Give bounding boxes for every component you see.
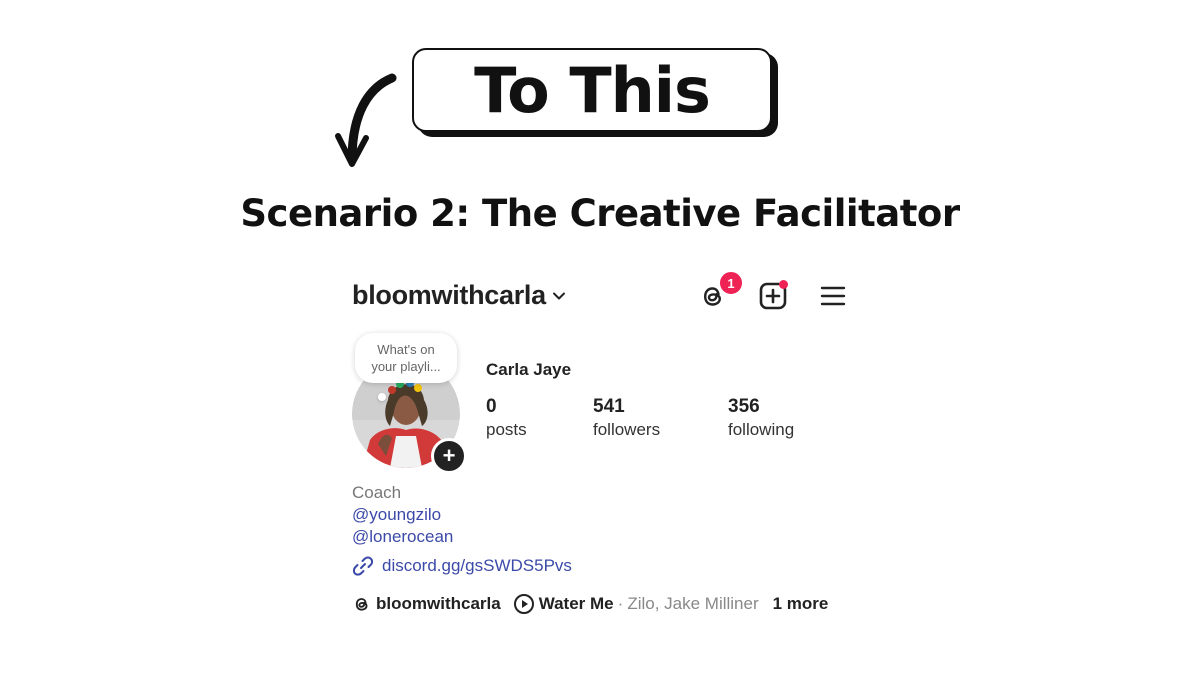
link-icon (352, 556, 374, 576)
bio-mention-lonerocean[interactable]: @lonerocean (352, 527, 453, 547)
note-bubble-tail (378, 393, 386, 401)
bio-category: Coach (352, 483, 402, 502)
music-separator: · (617, 594, 624, 613)
display-name: Carla Jaye (486, 360, 572, 379)
posts-count: 0 (486, 396, 497, 417)
more-button[interactable]: 1 more (773, 594, 829, 614)
posts-label: posts (486, 420, 527, 439)
to-this-banner: To This (412, 48, 772, 132)
threads-handle-link[interactable]: bloomwithcarla (376, 594, 501, 614)
username: bloomwithcarla (352, 280, 546, 310)
following-label: following (728, 420, 795, 439)
curved-arrow-icon (335, 73, 397, 167)
followers-stat[interactable]: 541 followers (593, 396, 660, 440)
play-icon (513, 594, 534, 614)
music-title: Water Me (538, 594, 614, 613)
profile-meta-row: bloomwithcarla Water Me · Zilo, Jake Mil… (352, 593, 828, 615)
menu-button[interactable] (816, 279, 850, 313)
music-artists: Zilo, Jake Milliner (627, 594, 759, 613)
note-line-1: What's on (377, 342, 435, 357)
scenario-heading: Scenario 2: The Creative Facilitator (240, 192, 960, 235)
following-stat[interactable]: 356 following (728, 396, 794, 440)
menu-icon (820, 286, 846, 306)
threads-icon (355, 598, 368, 611)
posts-stat[interactable]: 0 posts (486, 396, 527, 440)
note-line-2: your playli... (371, 359, 441, 374)
notification-badge: 1 (718, 270, 744, 296)
username-switcher[interactable]: bloomwithcarla (352, 280, 566, 311)
followers-label: followers (593, 420, 661, 439)
bio-link-text: discord.gg/gsSWDS5Pvs (382, 556, 572, 575)
note-bubble[interactable]: What's on your playli... (355, 333, 457, 383)
to-this-label: To This (474, 53, 711, 127)
bio-mention-youngzilo[interactable]: @youngzilo (352, 505, 441, 525)
music-link[interactable]: Water Me · Zilo, Jake Milliner (513, 593, 759, 615)
followers-count: 541 (593, 396, 625, 417)
following-count: 356 (728, 396, 760, 417)
add-icon[interactable]: + (431, 438, 467, 474)
new-post-dot (779, 280, 788, 289)
bio-link[interactable]: discord.gg/gsSWDS5Pvs (352, 555, 572, 577)
chevron-down-icon (552, 292, 565, 299)
